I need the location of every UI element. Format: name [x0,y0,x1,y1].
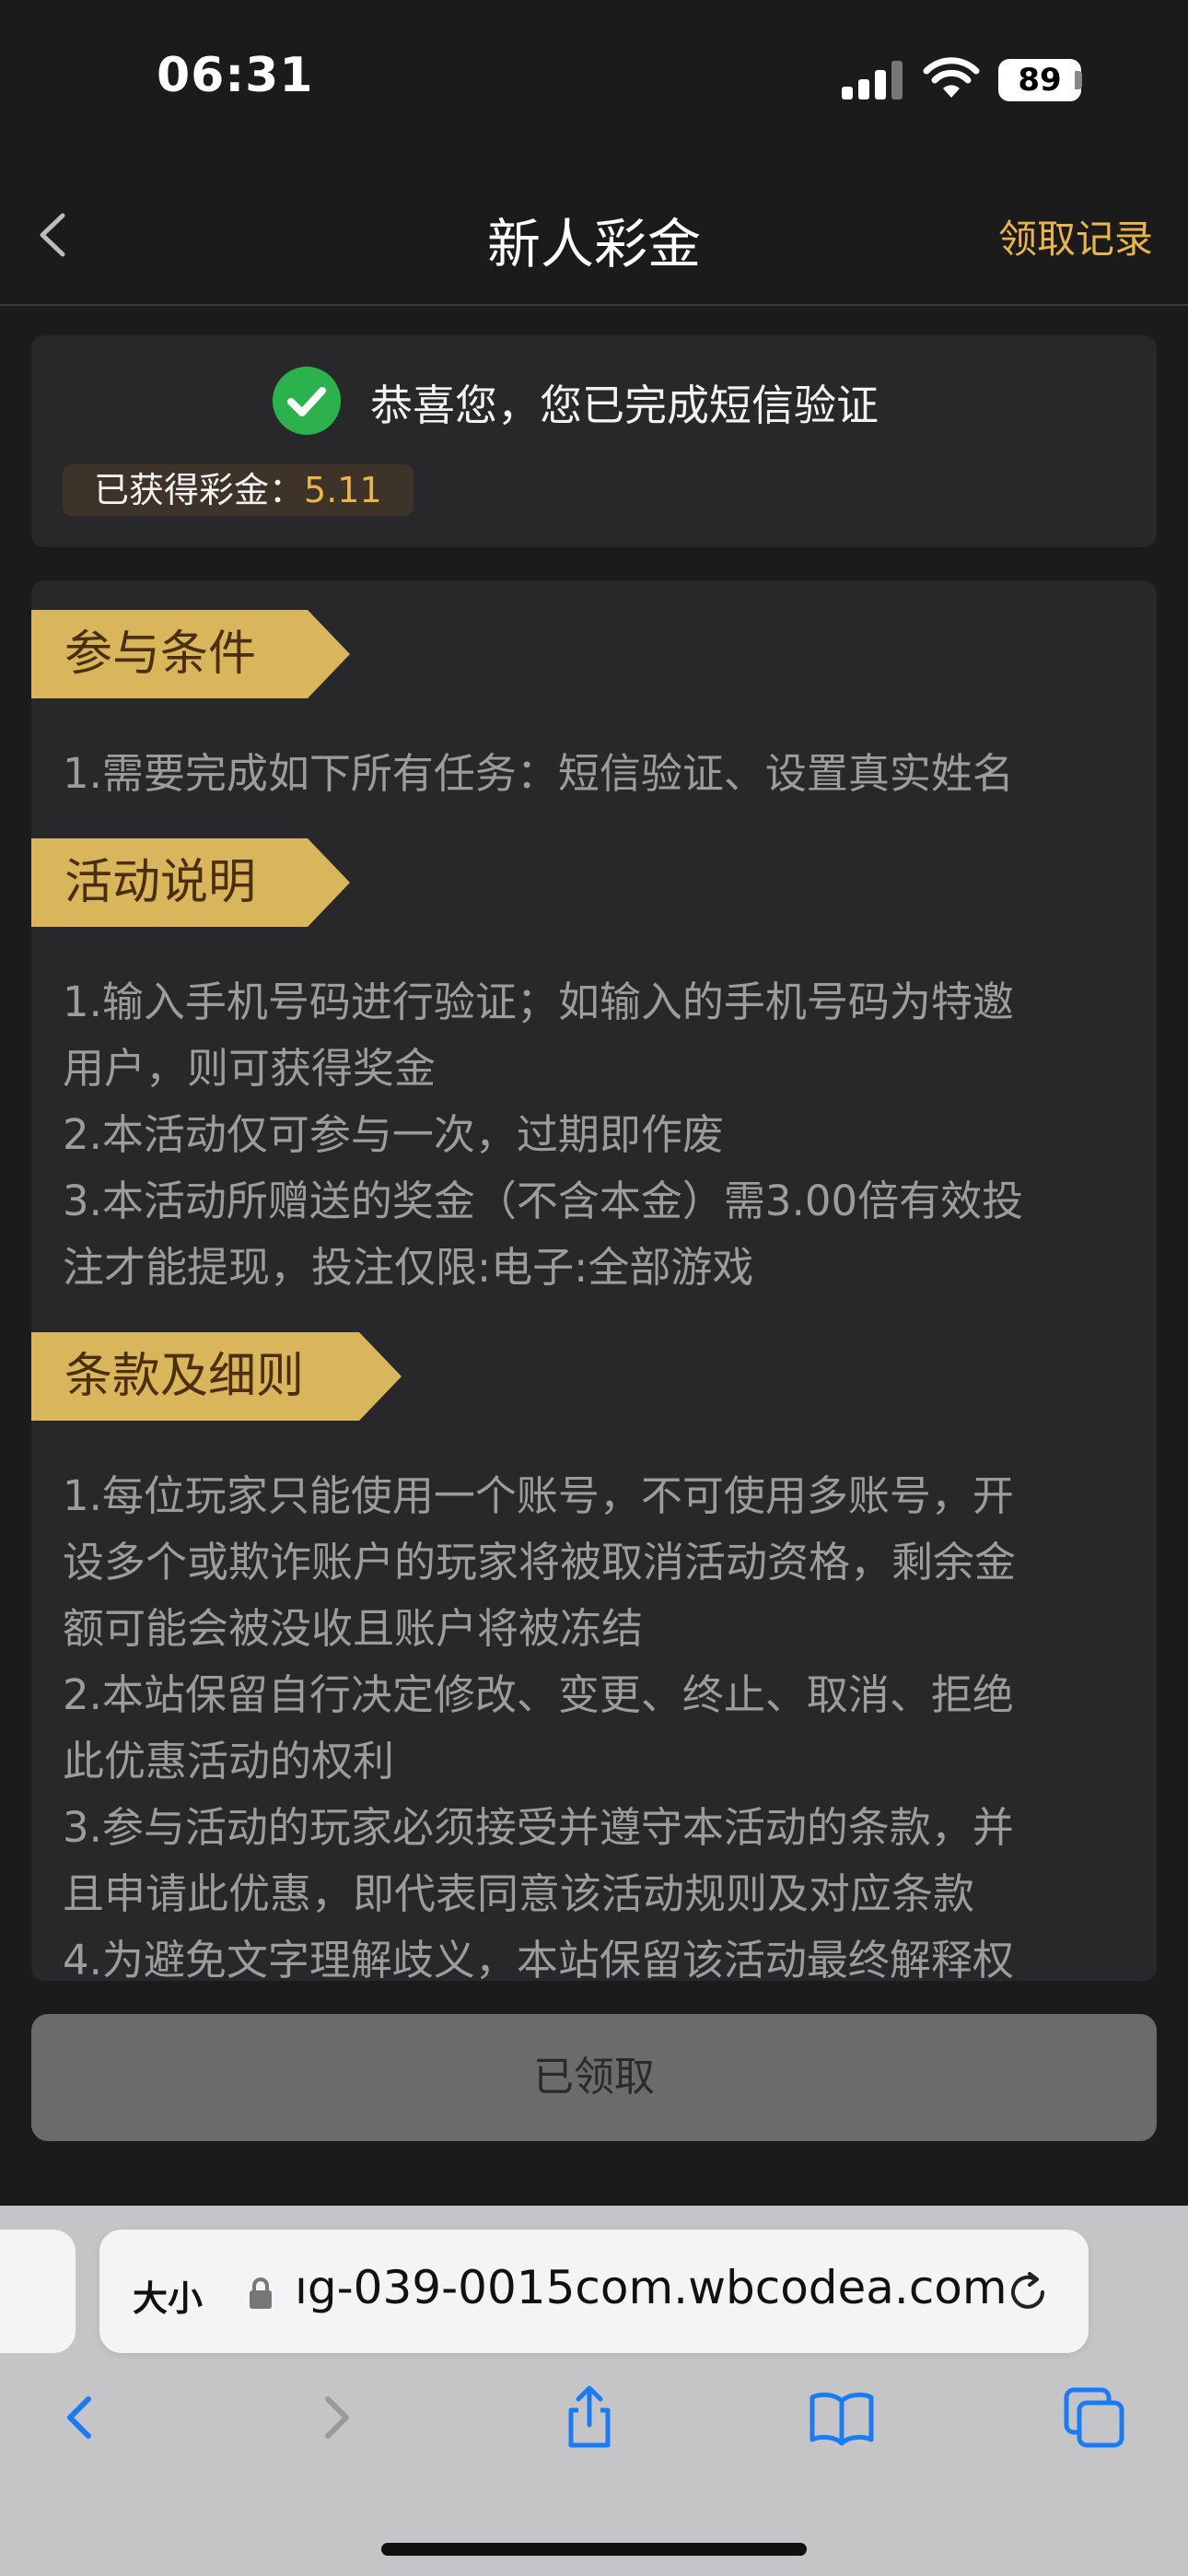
bonus-label: 已获得彩金： [94,470,305,510]
text-line: 此优惠活动的权利 [63,1737,395,1786]
text-line: 设多个或欺诈账户的玩家将被取消活动资格，剩余金 [63,1538,1017,1587]
reload-icon[interactable] [1002,2266,1054,2318]
text-line: 4.为避免文字理解歧义，本站保留该活动最终解释权 [63,1936,1014,1981]
section-tag-conditions: 参与条件 [31,610,350,698]
browser-toolbar: 大小 ıg-039-0015com.wbcodea.com [0,2206,1188,2576]
address-bar[interactable]: 大小 ıg-039-0015com.wbcodea.com [99,2230,1089,2353]
section-tag-description: 活动说明 [31,838,350,927]
bonus-value: 5.11 [304,470,382,510]
text-line: 1.需要完成如下所有任务：短信验证、设置真实姓名 [63,749,1014,798]
text-line: 用户，则可获得奖金 [63,1044,437,1093]
text-line: 2.本站保留自行决定修改、变更、终止、取消、拒绝 [63,1670,1014,1719]
check-circle-icon [273,367,341,435]
text-line: 3.本活动所赠送的奖金（不含本金）需3.00倍有效投 [63,1177,1024,1225]
conditions-text: 1.需要完成如下所有任务：短信验证、设置真实姓名 [63,741,1131,807]
status-bar: 06:31 89 [0,0,1188,166]
home-indicator [381,2543,807,2556]
bonus-badge: 已获得彩金：5.11 [63,464,413,516]
text-line: 且申请此优惠，即代表同意该活动规则及对应条款 [63,1869,975,1918]
bookmarks-icon[interactable] [805,2381,879,2454]
cellular-signal-icon [842,61,903,100]
claimed-button[interactable]: 已领取 [31,2014,1157,2141]
status-time: 06:31 [157,48,314,103]
nav-bar: 新人彩金 领取记录 [0,166,1188,306]
text-line: 注才能提现，投注仅限:电子:全部游戏 [63,1243,754,1292]
activity-rules-card: 参与条件 1.需要完成如下所有任务：短信验证、设置真实姓名 活动说明 1.输入手… [31,580,1157,1981]
browser-back-icon[interactable] [42,2381,116,2454]
text-line: 1.每位玩家只能使用一个账号，不可使用多账号，开 [63,1471,1014,1520]
description-text: 1.输入手机号码进行验证；如输入的手机号码为特邀 用户，则可获得奖金 2.本活动… [63,969,1131,1301]
battery-tip [1075,71,1082,89]
verification-notice-card: 恭喜您，您已完成短信验证 已获得彩金：5.11 [31,335,1157,547]
text-line: 1.输入手机号码进行验证；如输入的手机号码为特邀 [63,978,1014,1026]
verification-message: 恭喜您，您已完成短信验证 [370,381,879,430]
claim-records-link[interactable]: 领取记录 [998,208,1153,264]
page-settings-button[interactable]: 大小 [133,2270,203,2321]
text-line: 额可能会被没收且账户将被冻结 [63,1604,644,1653]
lock-icon [250,2277,272,2309]
tabs-icon[interactable] [1057,2381,1131,2454]
text-line: 2.本活动仅可参与一次，过期即作废 [63,1110,724,1159]
wifi-icon [923,57,980,98]
bottom-action-bar: 已领取 [0,1981,1188,2206]
battery-icon: 89 [998,59,1081,101]
browser-forward-icon[interactable] [300,2381,374,2454]
section-tag-terms: 条款及细则 [31,1332,402,1421]
url-text: ıg-039-0015com.wbcodea.com [295,2261,1007,2314]
terms-text: 1.每位玩家只能使用一个账号，不可使用多账号，开 设多个或欺诈账户的玩家将被取消… [63,1463,1131,1981]
text-line: 3.参与活动的玩家必须接受并遵守本活动的条款，并 [63,1803,1014,1852]
share-icon[interactable] [553,2381,626,2454]
previous-tab-card[interactable] [0,2230,76,2353]
